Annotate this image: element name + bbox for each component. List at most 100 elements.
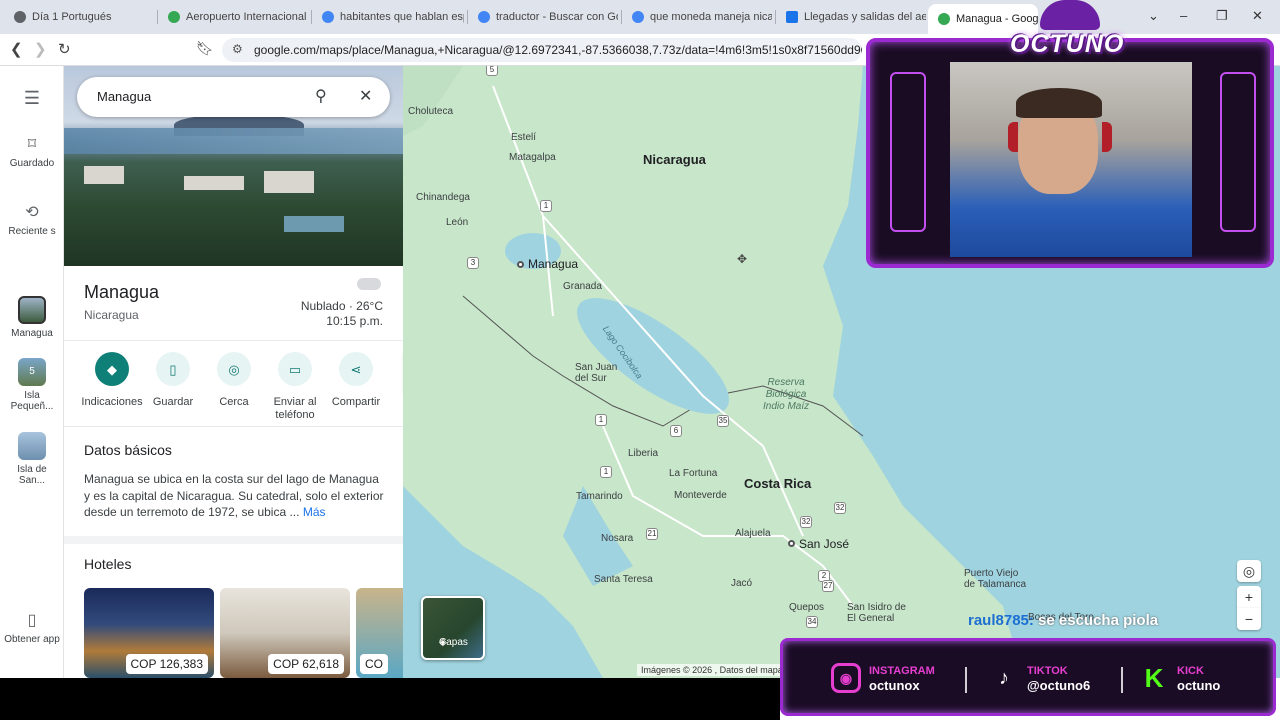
tab-2[interactable]: Aeropuerto Internacional bbox=[158, 4, 308, 30]
bookmark-page-icon[interactable]: 🔖︎ bbox=[196, 40, 214, 57]
tab-list-chevron-icon[interactable]: ⌄ bbox=[1148, 8, 1159, 24]
save-button[interactable]: ▯ Guardar bbox=[141, 352, 205, 409]
saved-button[interactable]: ⌑ Guardado bbox=[0, 134, 64, 169]
place-thumbnail bbox=[18, 432, 46, 460]
layers-button[interactable]: ◈ Capas bbox=[421, 596, 485, 660]
chat-message: raul8785: se escucha piola bbox=[968, 612, 1158, 629]
forward-icon[interactable]: ❯ bbox=[34, 40, 47, 58]
share-button[interactable]: ⋖ Compartir bbox=[324, 352, 388, 409]
basics-heading: Datos básicos bbox=[84, 442, 172, 458]
place-thumbnail: 5 bbox=[18, 358, 46, 386]
streamer-brand: OCTUNO bbox=[1010, 30, 1125, 58]
hotel-card[interactable]: COP 126,383 bbox=[84, 588, 214, 678]
get-app-label: Obtener app bbox=[4, 634, 60, 645]
tab-title: Managua - Googl bbox=[956, 13, 1038, 25]
action-label: Guardar bbox=[152, 396, 194, 408]
tab-title: Aeropuerto Internacional bbox=[186, 11, 307, 23]
city-label-managua[interactable]: Managua bbox=[528, 257, 578, 271]
place-subtitle: Nicaragua bbox=[84, 308, 139, 322]
maps-favicon-icon bbox=[168, 11, 180, 23]
city-label-san-jose[interactable]: San José bbox=[799, 537, 849, 551]
reserve-label: Reserva Biológica Indio Maíz bbox=[763, 377, 810, 412]
chat-text: se escucha piola bbox=[1038, 612, 1159, 629]
maps-favicon-icon bbox=[938, 13, 950, 25]
social-handle: octuno bbox=[1177, 677, 1221, 693]
my-location-button[interactable]: ◎ bbox=[1237, 560, 1261, 582]
minimize-icon[interactable]: – bbox=[1180, 8, 1187, 23]
zoom-out-button[interactable]: − bbox=[1237, 608, 1261, 630]
layers-label: Capas bbox=[439, 637, 468, 648]
action-label: Cerca bbox=[219, 396, 249, 408]
tab-title: habitantes que hablan esp bbox=[340, 11, 464, 23]
social-network: TIKTOK bbox=[1027, 664, 1068, 677]
cloudy-weather-icon bbox=[357, 278, 381, 290]
hotels-heading: Hoteles bbox=[84, 556, 132, 572]
get-app-button[interactable]: ▯ Obtener app bbox=[0, 610, 64, 645]
description-text: Managua se ubica en la costa sur del lag… bbox=[84, 472, 384, 519]
hotel-card[interactable]: CO bbox=[356, 588, 403, 678]
reload-icon[interactable]: ↻ bbox=[58, 40, 71, 58]
search-icon[interactable]: ⚲ bbox=[315, 86, 327, 106]
search-input[interactable]: Managua bbox=[97, 89, 151, 104]
more-link[interactable]: Más bbox=[303, 505, 326, 519]
screen: Día 1 Portugués Aeropuerto Internacional… bbox=[0, 0, 1280, 720]
social-kick[interactable]: K KICK octuno bbox=[1139, 662, 1221, 693]
url-field[interactable]: ⚙ google.com/maps/place/Managua,+Nicarag… bbox=[222, 38, 862, 62]
place-panel: Managua ⚲ ✕ Managua Nicaragua Nublado · … bbox=[64, 66, 403, 678]
place-thumbnail bbox=[18, 296, 46, 324]
zoom-in-button[interactable]: + bbox=[1237, 586, 1261, 608]
weather-line: Nublado · 26°C bbox=[300, 299, 383, 313]
neon-decoration-right bbox=[1220, 72, 1256, 232]
site-info-icon[interactable]: ⚙ bbox=[232, 42, 243, 56]
directions-button[interactable]: ◆ Indicaciones bbox=[80, 352, 144, 409]
google-favicon-icon bbox=[478, 11, 490, 23]
hotel-card[interactable]: COP 62,618 bbox=[220, 588, 350, 678]
kick-icon: K bbox=[1144, 662, 1164, 693]
tab-title: Llegadas y salidas del aer bbox=[804, 11, 926, 23]
tab-1[interactable]: Día 1 Portugués bbox=[4, 4, 154, 30]
place-description: Managua se ubica en la costa sur del lag… bbox=[84, 471, 384, 521]
chat-username: raul8785: bbox=[968, 612, 1034, 629]
plus-icon: + bbox=[1244, 589, 1254, 605]
clear-search-icon[interactable]: ✕ bbox=[359, 86, 372, 106]
saved-label: Guardado bbox=[9, 158, 55, 169]
bookmark-icon: ⌑ bbox=[27, 136, 37, 153]
recent-place-isla-san[interactable]: Isla de San... bbox=[0, 432, 64, 486]
send-to-phone-button[interactable]: ▭ Enviar al teléfono bbox=[263, 352, 327, 422]
url-text: google.com/maps/place/Managua,+Nicaragua… bbox=[254, 43, 862, 57]
search-box[interactable]: Managua ⚲ ✕ bbox=[77, 77, 390, 117]
recent-button[interactable]: ⟲ Reciente s bbox=[0, 202, 64, 237]
recent-place-managua[interactable]: Managua bbox=[0, 296, 64, 339]
recent-place-label: Managua bbox=[11, 328, 53, 339]
nearby-button[interactable]: ◎ Cerca bbox=[202, 352, 266, 409]
social-instagram[interactable]: ◉ INSTAGRAM octunox bbox=[831, 663, 935, 693]
tab-favicon-icon bbox=[14, 11, 26, 23]
minus-icon: − bbox=[1244, 611, 1254, 627]
tab-3[interactable]: habitantes que hablan esp bbox=[312, 4, 464, 30]
social-handle: octunox bbox=[869, 677, 920, 693]
map-attribution: Imágenes © 2026 , Datos del mapa bbox=[637, 664, 787, 676]
recent-place-isla-pequena[interactable]: 5 Isla Pequeñ... bbox=[0, 358, 64, 412]
menu-button[interactable]: ☰ bbox=[0, 88, 64, 113]
instagram-icon: ◉ bbox=[831, 663, 861, 693]
action-label: Enviar al teléfono bbox=[273, 396, 317, 421]
social-tiktok[interactable]: ♪ TIKTOK @octuno6 bbox=[989, 663, 1090, 693]
back-icon[interactable]: ❮ bbox=[10, 40, 23, 58]
tab-6[interactable]: Llegadas y salidas del aer bbox=[776, 4, 926, 30]
tab-4[interactable]: traductor - Buscar con Go bbox=[468, 4, 618, 30]
city-marker bbox=[517, 261, 524, 268]
tab-title: Día 1 Portugués bbox=[32, 11, 112, 23]
recent-place-label: Isla de San... bbox=[17, 464, 47, 486]
close-window-icon[interactable]: ✕ bbox=[1252, 8, 1263, 24]
city-marker bbox=[788, 540, 795, 547]
bookmark-icon: ▯ bbox=[156, 352, 190, 386]
tab-title: traductor - Buscar con Go bbox=[496, 11, 618, 23]
maximize-icon[interactable]: ❐ bbox=[1216, 8, 1228, 24]
hotel-price: COP 126,383 bbox=[125, 654, 208, 674]
neon-decoration-left bbox=[890, 72, 926, 232]
google-favicon-icon bbox=[632, 11, 644, 23]
tab-5[interactable]: que moneda maneja nica bbox=[622, 4, 772, 30]
hotel-price: CO bbox=[360, 654, 388, 674]
directions-icon: ◆ bbox=[95, 352, 129, 386]
location-target-icon: ◎ bbox=[1242, 563, 1256, 579]
